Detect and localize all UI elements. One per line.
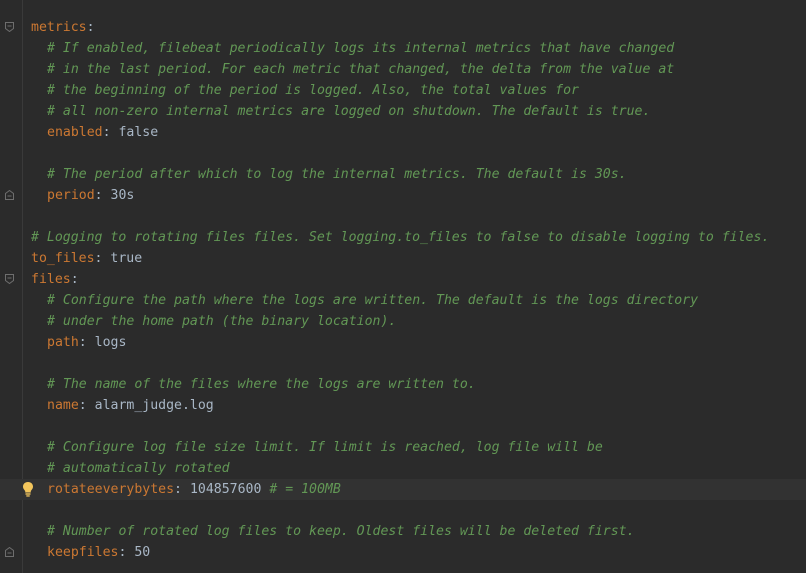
yaml-value: 104857600 [182, 482, 270, 497]
code-line[interactable]: # The period after which to log the inte… [31, 164, 806, 185]
yaml-key: files [31, 272, 71, 287]
yaml-key: enabled [47, 125, 103, 140]
yaml-comment: # The period after which to log the inte… [47, 167, 627, 182]
yaml-comment: # The name of the files where the logs a… [47, 377, 476, 392]
code-line[interactable]: # the beginning of the period is logged.… [31, 80, 806, 101]
fold-start-icon[interactable] [5, 22, 14, 32]
fold-end-icon[interactable] [5, 547, 14, 557]
code-editor[interactable]: metrics: # If enabled, filebeat periodica… [0, 0, 806, 573]
yaml-colon: : [102, 125, 111, 140]
yaml-key: rotateeverybytes [47, 482, 175, 497]
lightbulb-icon[interactable] [22, 481, 34, 497]
code-line[interactable]: # Number of rotated log files to keep. O… [31, 521, 806, 542]
yaml-comment: # under the home path (the binary locati… [47, 314, 397, 329]
code-line[interactable]: # Configure the path where the logs are … [31, 290, 806, 311]
code-line[interactable]: # in the last period. For each metric th… [31, 59, 806, 80]
yaml-comment: # Logging to rotating files files. Set l… [31, 230, 770, 245]
yaml-comment: # If enabled, filebeat periodically logs… [47, 41, 675, 56]
yaml-colon: : [174, 482, 182, 497]
code-line[interactable]: # Logging to rotating files files. Set l… [31, 227, 806, 248]
fold-start-icon[interactable] [5, 274, 14, 284]
yaml-key: path [47, 335, 79, 350]
fold-end-icon[interactable] [5, 190, 14, 200]
code-line[interactable]: enabled: false [31, 122, 806, 143]
code-line[interactable] [31, 353, 806, 374]
yaml-colon: : [78, 335, 87, 350]
yaml-value: 50 [126, 545, 151, 560]
code-line[interactable]: path: logs [31, 332, 806, 353]
code-line[interactable]: # The name of the files where the logs a… [31, 374, 806, 395]
code-area[interactable]: metrics: # If enabled, filebeat periodica… [0, 17, 806, 563]
yaml-key: to_files [31, 251, 95, 266]
yaml-key: keepfiles [47, 545, 119, 560]
yaml-value: true [102, 251, 143, 266]
yaml-colon: : [70, 272, 79, 287]
yaml-key: metrics [31, 20, 87, 35]
yaml-key: period [47, 188, 95, 203]
code-line[interactable]: # If enabled, filebeat periodically logs… [31, 38, 806, 59]
yaml-comment: # Configure log file size limit. If limi… [47, 440, 603, 455]
yaml-value: 30s [102, 188, 135, 203]
yaml-comment: # Configure the path where the logs are … [47, 293, 699, 308]
code-line[interactable]: # Configure log file size limit. If limi… [31, 437, 806, 458]
yaml-key: name [47, 398, 79, 413]
code-line[interactable]: to_files: true [31, 248, 806, 269]
code-line[interactable]: rotateeverybytes: 104857600 # = 100MB [0, 479, 806, 500]
yaml-comment: # automatically rotated [47, 461, 230, 476]
yaml-comment: # = 100MB [269, 482, 341, 497]
yaml-colon: : [86, 20, 95, 35]
yaml-comment: # the beginning of the period is logged.… [47, 83, 579, 98]
yaml-comment: # all non-zero internal metrics are logg… [47, 104, 651, 119]
yaml-comment: # in the last period. For each metric th… [47, 62, 675, 77]
yaml-comment: # Number of rotated log files to keep. O… [47, 524, 635, 539]
code-line[interactable]: keepfiles: 50 [5, 542, 806, 563]
code-line[interactable] [31, 500, 806, 521]
yaml-value: alarm_judge.log [86, 398, 214, 413]
yaml-colon: : [78, 398, 87, 413]
code-line[interactable]: files: [5, 269, 806, 290]
code-line[interactable]: period: 30s [5, 185, 806, 206]
code-line[interactable] [31, 416, 806, 437]
code-line[interactable]: metrics: [5, 17, 806, 38]
code-line[interactable]: # under the home path (the binary locati… [31, 311, 806, 332]
yaml-value: false [110, 125, 159, 140]
code-line[interactable]: # automatically rotated [31, 458, 806, 479]
yaml-value: logs [86, 335, 127, 350]
code-line[interactable] [31, 206, 806, 227]
code-line[interactable]: # all non-zero internal metrics are logg… [31, 101, 806, 122]
yaml-colon: : [94, 188, 103, 203]
code-line[interactable]: name: alarm_judge.log [31, 395, 806, 416]
code-line[interactable] [31, 143, 806, 164]
